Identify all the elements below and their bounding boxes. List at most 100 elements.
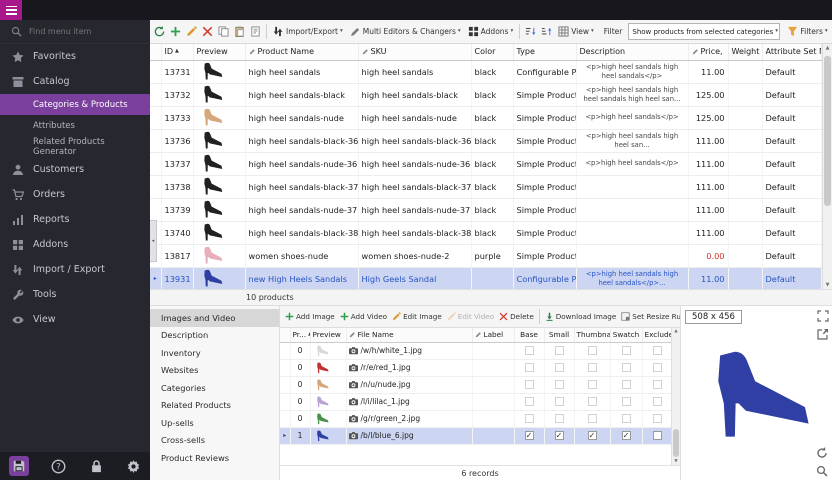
column-header-id[interactable]: ID▲ [161,44,193,60]
exclude-checkbox[interactable] [653,414,662,423]
image-row[interactable]: ▸1/b/l/blue_6.jpg✓✓✓✓ [280,427,672,444]
category-filter-select[interactable]: Show products from selected categories▾ [628,23,780,40]
product-row-13731[interactable]: 13731high heel sandalshigh heel sandalsb… [150,60,821,83]
sidebar-item-addons[interactable]: Addons [0,232,150,257]
zoom-icon[interactable] [814,463,829,478]
sidebar-item-categories-products[interactable]: Categories & Products [0,94,150,115]
thumbnail-checkbox[interactable] [588,346,597,355]
sidebar-item-attributes[interactable]: Attributes [0,115,150,136]
rotate-icon[interactable] [814,445,829,460]
small-checkbox[interactable] [555,346,564,355]
import-export-menu[interactable]: Import/Export▾ [270,23,346,41]
product-row-13737[interactable]: 13737high heel sandals-nude-36high heel … [150,152,821,175]
tab-description[interactable]: Description [150,327,279,345]
small-checkbox[interactable]: ✓ [555,431,564,440]
exclude-checkbox[interactable] [653,397,662,406]
scroll-down-arrow[interactable]: ▼ [826,282,830,288]
product-row-13732[interactable]: 13732high heel sandals-blackhigh heel sa… [150,83,821,106]
swatch-checkbox[interactable] [622,346,631,355]
column-header-pr[interactable]: Pr...▲ [290,328,310,342]
small-checkbox[interactable] [555,397,564,406]
base-checkbox[interactable] [525,397,534,406]
small-checkbox[interactable] [555,414,564,423]
delete-product-button[interactable] [200,23,215,41]
delete-image-button[interactable]: Delete [497,308,536,326]
product-row-13931[interactable]: ▸13931new High Heels SandalsHigh Geels S… [150,267,821,290]
product-row-13738[interactable]: 13738high heel sandals-black-37high heel… [150,175,821,198]
grid-scrollbar[interactable]: ▲ ▼ [822,44,832,289]
column-header-base[interactable]: Base [514,328,544,342]
thumbnail-checkbox[interactable] [588,414,597,423]
column-header-description[interactable]: Description [576,44,688,60]
base-checkbox[interactable] [525,414,534,423]
column-header-product-name[interactable]: Product Name [245,44,358,60]
product-row-13817[interactable]: 13817women shoes-nudewomen shoes-nude-2p… [150,244,821,267]
tab-related-products[interactable]: Related Products [150,397,279,415]
column-header-type[interactable]: Type [513,44,576,60]
column-header-attribute-set-name[interactable]: Attribute Set Name [762,44,821,60]
exclude-checkbox[interactable] [653,380,662,389]
save-icon[interactable] [9,456,29,476]
help-icon[interactable]: ? [51,459,66,474]
sidebar-item-customers[interactable]: Customers [0,157,150,182]
menu-toggle-button[interactable] [0,0,22,20]
thumbnail-checkbox[interactable] [588,397,597,406]
add-image-button[interactable]: Add Image [283,308,337,326]
base-checkbox[interactable] [525,363,534,372]
fullscreen-icon[interactable] [815,308,830,323]
tab-inventory[interactable]: Inventory [150,344,279,362]
view-menu[interactable]: View▾ [555,23,597,41]
thumbnail-checkbox[interactable] [588,380,597,389]
column-header-file-name[interactable]: File Name [346,328,472,342]
exclude-checkbox[interactable] [653,431,662,440]
product-row-13739[interactable]: 13739high heel sandals-nude-37high heel … [150,198,821,221]
column-header-color[interactable]: Color [471,44,513,60]
small-checkbox[interactable] [555,363,564,372]
base-checkbox[interactable] [525,346,534,355]
row-expander[interactable]: ▸ [150,267,161,290]
exclude-checkbox[interactable] [653,363,662,372]
sidebar-item-view[interactable]: View [0,307,150,332]
image-row[interactable]: 0/g/r/green_2.jpg [280,410,672,427]
product-row-13740[interactable]: 13740high heel sandals-black-38high heel… [150,221,821,244]
settings-icon[interactable] [126,459,141,474]
image-row[interactable]: 0/l/i/lilac_1.jpg [280,393,672,410]
column-header-preview[interactable]: Preview [193,44,245,60]
column-header-small[interactable]: Small [544,328,574,342]
scroll-up-arrow[interactable]: ▲ [826,45,830,51]
menu-search-input[interactable] [29,27,139,36]
sidebar-item-related-products-generator[interactable]: Related Products Generator [0,136,150,157]
scroll-up-arrow[interactable]: ▲ [674,329,677,334]
copy-button[interactable] [216,23,231,41]
swatch-checkbox[interactable]: ✓ [622,431,631,440]
tab-categories[interactable]: Categories [150,379,279,397]
add-product-button[interactable] [168,23,183,41]
thumbnail-checkbox[interactable]: ✓ [588,431,597,440]
tab-up-sells[interactable]: Up-sells [150,414,279,432]
base-checkbox[interactable]: ✓ [525,431,534,440]
sidebar-item-favorites[interactable]: Favorites [0,44,150,69]
column-header-exclude[interactable]: Exclude [642,328,672,342]
swatch-checkbox[interactable] [622,363,631,372]
column-header-preview[interactable]: Preview [310,328,346,342]
edit-image-button[interactable]: Edit Image [390,308,444,326]
lock-icon[interactable] [89,459,104,474]
exclude-checkbox[interactable] [653,346,662,355]
multi-editors-menu[interactable]: Multi Editors & Changers▾ [347,23,464,41]
filters-menu[interactable]: Filters▾ [784,23,830,41]
sort-descending-button[interactable] [539,23,554,41]
sidebar-item-tools[interactable]: Tools [0,282,150,307]
paste-button[interactable] [232,23,247,41]
column-header-price[interactable]: Price, [688,44,728,60]
edit-product-button[interactable] [184,23,199,41]
column-header-weight[interactable]: Weight [728,44,762,60]
tab-images-and-video[interactable]: Images and Video [150,309,279,327]
product-row-13736[interactable]: 13736high heel sandals-black-36high heel… [150,129,821,152]
column-header-swatch[interactable]: Swatch [610,328,642,342]
small-checkbox[interactable] [555,380,564,389]
addons-menu[interactable]: Addons▾ [465,23,517,41]
column-header-label[interactable]: Label [472,328,514,342]
column-header-thumbna[interactable]: Thumbna [574,328,610,342]
image-row[interactable]: 0/w/h/white_1.jpg [280,342,672,359]
add-video-button[interactable]: Add Video [338,308,389,326]
